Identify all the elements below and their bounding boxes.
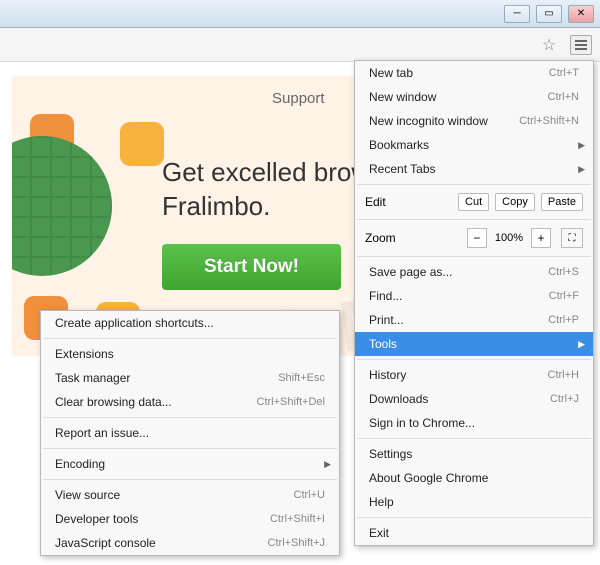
submenu-report-issue[interactable]: Report an issue... bbox=[41, 421, 339, 445]
menu-bookmarks[interactable]: Bookmarks▶ bbox=[355, 133, 593, 157]
menu-signin[interactable]: Sign in to Chrome... bbox=[355, 411, 593, 435]
menu-separator bbox=[43, 479, 337, 480]
start-now-button[interactable]: Start Now! bbox=[162, 244, 341, 290]
headline-line2: Fralimbo. bbox=[162, 191, 270, 221]
menu-edit-row: Edit Cut Copy Paste bbox=[355, 188, 593, 216]
menu-separator bbox=[357, 359, 591, 360]
submenu-task-manager[interactable]: Task managerShift+Esc bbox=[41, 366, 339, 390]
menu-new-incognito[interactable]: New incognito windowCtrl+Shift+N bbox=[355, 109, 593, 133]
menu-help[interactable]: Help bbox=[355, 490, 593, 514]
submenu-encoding[interactable]: Encoding▶ bbox=[41, 452, 339, 476]
menu-history[interactable]: HistoryCtrl+H bbox=[355, 363, 593, 387]
submenu-create-shortcuts[interactable]: Create application shortcuts... bbox=[41, 311, 339, 335]
menu-zoom-row: Zoom − 100% + ⛶ bbox=[355, 223, 593, 253]
cut-button[interactable]: Cut bbox=[458, 193, 489, 211]
menu-separator bbox=[43, 448, 337, 449]
paste-button[interactable]: Paste bbox=[541, 193, 583, 211]
support-link[interactable]: Support bbox=[272, 90, 325, 107]
app-icon bbox=[120, 122, 164, 166]
menu-settings[interactable]: Settings bbox=[355, 442, 593, 466]
menu-downloads[interactable]: DownloadsCtrl+J bbox=[355, 387, 593, 411]
menu-separator bbox=[43, 338, 337, 339]
page-headline: Get excelled brow Fralimbo. bbox=[162, 156, 370, 224]
menu-separator bbox=[357, 184, 591, 185]
chevron-right-icon: ▶ bbox=[324, 459, 331, 470]
browser-toolbar: ☆ bbox=[0, 28, 600, 62]
chrome-main-menu: New tabCtrl+T New windowCtrl+N New incog… bbox=[354, 60, 594, 546]
menu-print[interactable]: Print...Ctrl+P bbox=[355, 308, 593, 332]
submenu-javascript-console[interactable]: JavaScript consoleCtrl+Shift+J bbox=[41, 531, 339, 555]
chrome-menu-button[interactable] bbox=[570, 35, 592, 55]
edit-label: Edit bbox=[365, 195, 452, 209]
submenu-view-source[interactable]: View sourceCtrl+U bbox=[41, 483, 339, 507]
menu-separator bbox=[357, 219, 591, 220]
menu-separator bbox=[357, 256, 591, 257]
menu-separator bbox=[357, 438, 591, 439]
chevron-right-icon: ▶ bbox=[578, 339, 585, 350]
menu-recent-tabs[interactable]: Recent Tabs▶ bbox=[355, 157, 593, 181]
minimize-button[interactable]: ─ bbox=[504, 5, 530, 23]
tools-submenu: Create application shortcuts... Extensio… bbox=[40, 310, 340, 556]
menu-about[interactable]: About Google Chrome bbox=[355, 466, 593, 490]
maximize-button[interactable]: ▭ bbox=[536, 5, 562, 23]
menu-new-window[interactable]: New windowCtrl+N bbox=[355, 85, 593, 109]
window-titlebar: ─ ▭ ✕ bbox=[0, 0, 600, 28]
fullscreen-button[interactable]: ⛶ bbox=[561, 228, 583, 248]
menu-exit[interactable]: Exit bbox=[355, 521, 593, 545]
zoom-label: Zoom bbox=[365, 231, 463, 245]
submenu-developer-tools[interactable]: Developer toolsCtrl+Shift+I bbox=[41, 507, 339, 531]
copy-button[interactable]: Copy bbox=[495, 193, 535, 211]
menu-tools[interactable]: Tools▶ bbox=[355, 332, 593, 356]
chevron-right-icon: ▶ bbox=[578, 164, 585, 175]
chevron-right-icon: ▶ bbox=[578, 140, 585, 151]
bookmark-star-icon[interactable]: ☆ bbox=[538, 34, 560, 56]
submenu-extensions[interactable]: Extensions bbox=[41, 342, 339, 366]
globe-icon bbox=[12, 136, 112, 276]
close-button[interactable]: ✕ bbox=[568, 5, 594, 23]
zoom-out-button[interactable]: − bbox=[467, 228, 487, 248]
menu-separator bbox=[43, 417, 337, 418]
menu-save-page[interactable]: Save page as...Ctrl+S bbox=[355, 260, 593, 284]
zoom-value: 100% bbox=[491, 232, 527, 244]
zoom-in-button[interactable]: + bbox=[531, 228, 551, 248]
submenu-clear-data[interactable]: Clear browsing data...Ctrl+Shift+Del bbox=[41, 390, 339, 414]
menu-find[interactable]: Find...Ctrl+F bbox=[355, 284, 593, 308]
headline-line1: Get excelled brow bbox=[162, 157, 370, 187]
menu-separator bbox=[357, 517, 591, 518]
menu-new-tab[interactable]: New tabCtrl+T bbox=[355, 61, 593, 85]
